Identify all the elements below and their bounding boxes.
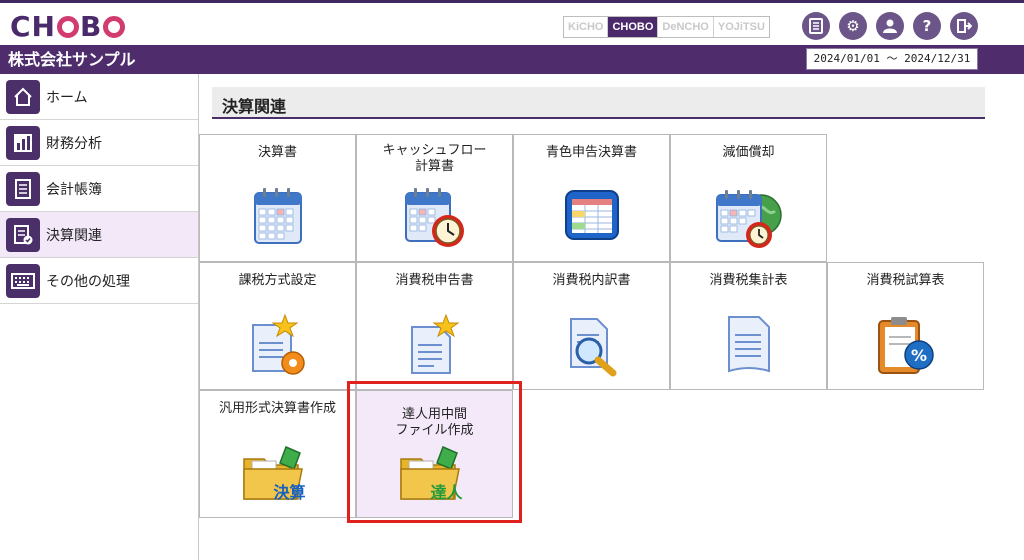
tile-label: 青色申告決算書	[545, 145, 637, 160]
sidebar-item-home[interactable]: ホーム	[0, 74, 198, 120]
app-logo[interactable]: CH B	[10, 11, 126, 43]
sidebar-item-label: その他の処理	[46, 273, 130, 290]
blue-sheet-icon	[562, 185, 622, 249]
sidebar-item-ledger[interactable]: 会計帳簿	[0, 166, 198, 212]
svg-text:%: %	[910, 346, 926, 365]
bar-chart-icon	[6, 125, 40, 160]
tile-tax-method-setting[interactable]: 課税方式設定	[199, 262, 356, 390]
tatsujin-badge: 達人	[430, 483, 463, 502]
settlement-icon	[6, 217, 40, 252]
tile-label: 減価償却	[722, 145, 775, 160]
tile-generic-statement-creation[interactable]: 汎用形式決算書作成 決算	[199, 390, 356, 518]
switch-yojitsu[interactable]: YOJiTSU	[713, 17, 769, 37]
home-icon	[6, 79, 40, 114]
switch-dencho[interactable]: DeNCHO	[658, 17, 714, 37]
tile-label: 消費税試算表	[866, 273, 945, 288]
document-gear-star-icon	[245, 313, 311, 383]
fiscal-period[interactable]: 2024/01/01 ～ 2024/12/31	[806, 48, 978, 70]
settings-icon[interactable]: ⚙	[839, 12, 867, 40]
top-icon-group: ⚙ ?	[802, 12, 978, 40]
tile-depreciation[interactable]: 減価償却	[670, 134, 827, 262]
tile-label: 消費税集計表	[709, 273, 788, 288]
calendar-clock-icon	[402, 185, 468, 255]
page-title: 決算関連	[222, 97, 287, 116]
sidebar-item-label: 決算関連	[46, 227, 102, 244]
switch-chobo[interactable]: CHOBO	[608, 17, 659, 37]
tile-label: 達人用中間 ファイル作成	[395, 407, 474, 438]
keyboard-icon	[6, 263, 40, 298]
kessan-badge: 決算	[273, 483, 306, 502]
clipboard-percent-icon: %	[873, 313, 939, 383]
switch-kicho[interactable]: KiCHO	[564, 17, 609, 37]
tile-label: 消費税申告書	[395, 273, 474, 288]
tile-financial-statements[interactable]: 決算書	[199, 134, 356, 262]
tile-label: キャッシュフロー 計算書	[382, 143, 487, 174]
document-star-icon	[404, 313, 466, 383]
sidebar-item-settlement[interactable]: 決算関連	[0, 212, 198, 258]
section-header: 決算関連	[212, 87, 985, 119]
tile-label: 決算書	[257, 145, 297, 160]
calendar-globe-clock-icon	[713, 185, 785, 255]
tile-label: 課税方式設定	[238, 273, 317, 288]
sidebar-item-label: ホーム	[46, 89, 88, 106]
product-switcher: KiCHO CHOBO DeNCHO YOJiTSU	[563, 16, 770, 38]
logout-icon[interactable]	[950, 12, 978, 40]
folder-kessan-icon: 決算	[240, 441, 316, 511]
tile-consumption-tax-trial-balance[interactable]: 消費税試算表 %	[827, 262, 984, 390]
tile-consumption-tax-breakdown[interactable]: 消費税内訳書	[513, 262, 670, 390]
user-settings-icon[interactable]	[876, 12, 904, 40]
sidebar: ホーム 財務分析 会計帳簿 決算関連 その他の処理	[0, 74, 199, 560]
sidebar-item-other[interactable]: その他の処理	[0, 258, 198, 304]
tile-tatsujin-file-creation[interactable]: 達人用中間 ファイル作成 達人	[356, 390, 513, 518]
help-icon[interactable]: ?	[913, 12, 941, 40]
sidebar-item-financial-analysis[interactable]: 財務分析	[0, 120, 198, 166]
top-bar: CH B KiCHO CHOBO DeNCHO YOJiTSU ⚙ ?	[0, 0, 1024, 45]
tile-consumption-tax-return[interactable]: 消費税申告書	[356, 262, 513, 390]
sidebar-item-label: 会計帳簿	[46, 181, 102, 198]
folder-tatsujin-icon: 達人	[397, 441, 473, 511]
document-lines-icon	[721, 313, 777, 383]
tile-cash-flow[interactable]: キャッシュフロー 計算書	[356, 134, 513, 262]
tile-label: 汎用形式決算書作成	[218, 401, 336, 416]
tile-blue-return[interactable]: 青色申告決算書	[513, 134, 670, 262]
document-magnifier-icon	[559, 313, 625, 383]
calendar-icon	[251, 185, 305, 251]
document-icon[interactable]	[802, 12, 830, 40]
tile-consumption-tax-summary[interactable]: 消費税集計表	[670, 262, 827, 390]
sidebar-item-label: 財務分析	[46, 135, 102, 152]
ledger-icon	[6, 171, 40, 206]
tile-label: 消費税内訳書	[552, 273, 631, 288]
company-name: 株式会社サンプル	[8, 50, 136, 69]
